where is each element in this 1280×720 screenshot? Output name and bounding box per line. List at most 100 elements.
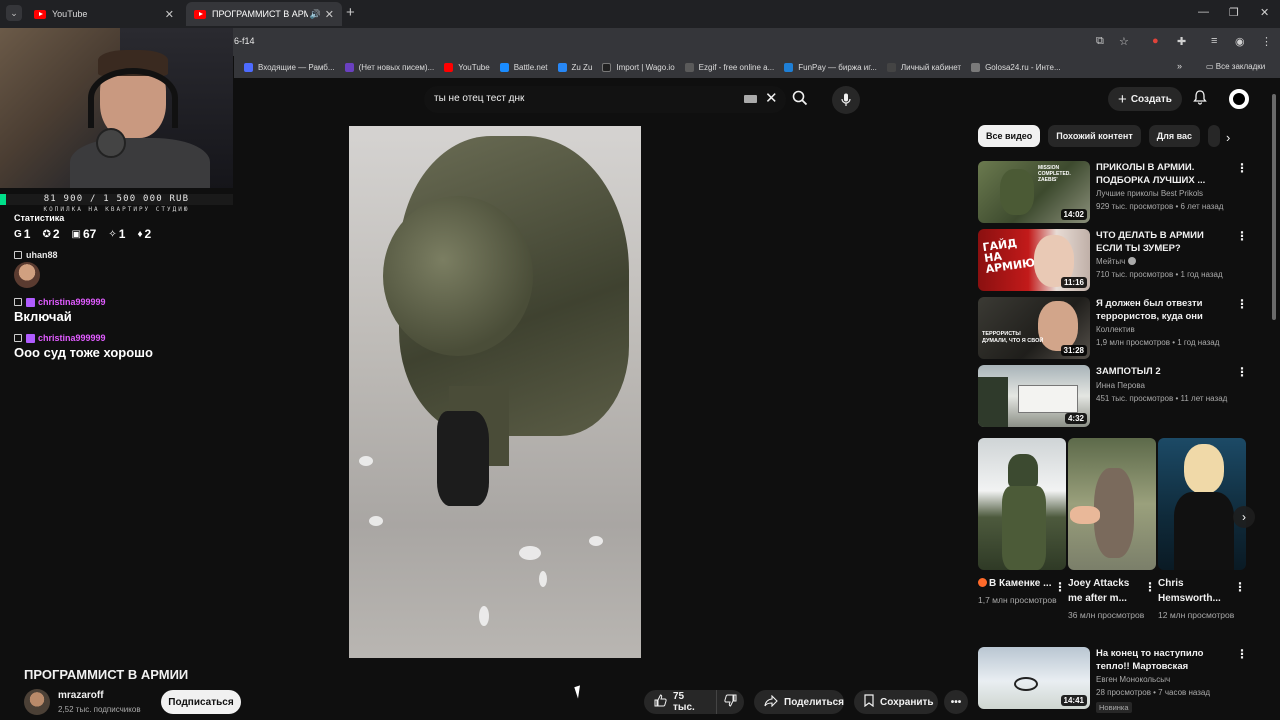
short-thumbnail[interactable] [978, 438, 1066, 570]
bookmark-item[interactable]: Import | Wago.io [602, 62, 675, 72]
stats-title: Статистика [14, 213, 65, 223]
clear-search-icon[interactable]: ✕ [765, 89, 778, 107]
bookmark-item[interactable]: FunPay — биржа иг... [784, 62, 877, 72]
recommended-video[interactable]: 4:32 ЗАМПОТЫЛ 2 Инна Перова 451 тыс. про… [978, 365, 1248, 427]
kebab-menu-icon[interactable]: ⋮ [1234, 580, 1246, 594]
bookmark-item[interactable]: Zu Zu [557, 62, 592, 72]
video-player[interactable] [349, 126, 641, 658]
video-thumbnail[interactable]: 14:41 [978, 647, 1090, 709]
kebab-menu-icon[interactable]: ⋮ [1236, 647, 1248, 661]
url-text[interactable]: 6-f14 [234, 36, 255, 46]
video-title: ЧТО ДЕЛАТЬ В АРМИИ ЕСЛИ ТЫ ЗУМЕР? [1096, 230, 1204, 254]
profile-icon[interactable]: ◉ [1235, 35, 1245, 48]
video-thumbnail[interactable]: MISSION COMPLETED. ZAEBIS' 14:02 [978, 161, 1090, 223]
tab-close-icon[interactable]: ✕ [165, 8, 174, 21]
restore-icon[interactable]: ❐ [1229, 6, 1239, 19]
like-button[interactable]: 75 тыс. [644, 690, 716, 714]
kebab-menu-icon[interactable]: ⋮ [1236, 161, 1248, 175]
search-icon[interactable] [792, 90, 808, 109]
chevron-right-icon[interactable]: › [1233, 506, 1255, 528]
short-thumbnail[interactable] [1068, 438, 1156, 570]
extensions-puzzle-icon[interactable]: ✚ [1177, 35, 1186, 48]
video-thumbnail[interactable]: ТЕРРОРИСТЫ ДУМАЛИ, ЧТО Я СВОЙ 31:28 [978, 297, 1090, 359]
recommended-video[interactable]: MISSION COMPLETED. ZAEBIS' 14:02 ПРИКОЛЫ… [978, 161, 1248, 223]
short-item[interactable]: Chris Hemsworth... 12 млн просмотров [1158, 438, 1246, 622]
channel-name[interactable]: Мейтыч [1096, 257, 1137, 266]
tab-close-icon[interactable]: ✕ [325, 8, 334, 21]
channel-name[interactable]: Коллектив [1096, 325, 1135, 334]
install-app-icon[interactable]: ⧉ [1096, 35, 1104, 48]
page-icon [886, 62, 896, 72]
channel-name[interactable]: Лучшие приколы Best Prikols [1096, 189, 1203, 198]
minimize-icon[interactable]: — [1198, 6, 1209, 18]
bookmark-star-icon[interactable]: ☆ [1119, 35, 1129, 48]
video-duration: 4:32 [1064, 413, 1087, 424]
keyboard-icon[interactable] [744, 95, 757, 103]
bookmark-item[interactable]: (Нет новых писем)... [344, 62, 434, 72]
close-window-icon[interactable]: ✕ [1260, 6, 1269, 19]
chip-all-videos[interactable]: Все видео [978, 125, 1041, 147]
kebab-menu-icon[interactable]: ⋮ [1054, 580, 1066, 594]
new-badge: Новинка [1096, 702, 1132, 713]
snow-patch [519, 546, 541, 560]
microphone-icon[interactable] [832, 86, 860, 114]
bookmark-item[interactable]: Входящие — Рамб... [244, 62, 335, 72]
share-button[interactable]: Поделиться [754, 690, 844, 714]
notifications-bell-icon[interactable] [1193, 90, 1207, 108]
vk-icon [557, 62, 567, 72]
page-scrollbar[interactable] [1272, 94, 1276, 320]
account-avatar[interactable] [1229, 89, 1249, 109]
subscribe-button[interactable]: Подписаться [161, 690, 241, 714]
chip-similar[interactable]: Похожий контент [1048, 125, 1141, 147]
thumb-soldier [1008, 454, 1038, 488]
new-tab-icon[interactable]: + [346, 4, 355, 21]
channel-name[interactable]: mrazaroff [58, 690, 104, 701]
bookmark-item[interactable]: Ezgif - free online a... [684, 62, 774, 72]
short-item[interactable]: Joey Attacks me after m... 36 млн просмо… [1068, 438, 1156, 622]
create-button[interactable]: + Создать [1108, 87, 1182, 111]
recommended-video[interactable]: ТЕРРОРИСТЫ ДУМАЛИ, ЧТО Я СВОЙ 31:28 Я до… [978, 297, 1248, 359]
chip-next-partial[interactable] [1208, 125, 1221, 147]
search-input[interactable] [434, 93, 734, 104]
bookmark-item[interactable]: Battle.net [499, 62, 548, 72]
channel-name[interactable]: Инна Перова [1096, 381, 1145, 390]
audio-playing-icon[interactable]: 🔊 [310, 9, 321, 20]
media-control-icon[interactable]: ≡ [1211, 35, 1217, 47]
extension-icon[interactable]: ● [1152, 35, 1159, 47]
save-label: Сохранить [880, 696, 934, 708]
browser-tab-active[interactable]: ПРОГРАММИСТ В АРМИИ 🔊 ✕ [186, 2, 342, 26]
recommended-video[interactable]: 14:41 На конец то наступило тепло!! Март… [978, 647, 1248, 713]
bookmark-item[interactable]: YouTube [444, 62, 490, 72]
short-title: Joey Attacks me after m... [1068, 578, 1130, 604]
shorts-shelf: В Каменке ... 1,7 млн просмотров Joey At… [978, 438, 1246, 638]
short-item[interactable]: В Каменке ... 1,7 млн просмотров [978, 438, 1066, 607]
kebab-menu-icon[interactable]: ⋮ [1236, 365, 1248, 379]
all-bookmarks-folder[interactable]: ▭ Все закладки [1206, 62, 1265, 71]
channel-name[interactable]: Евген Монокольсыч [1096, 675, 1170, 684]
short-title: В Каменке ... [978, 576, 1054, 591]
recommended-video[interactable]: ГАЙД НА АРМИЮ 11:16 ЧТО ДЕЛАТЬ В АРМИИ Е… [978, 229, 1248, 291]
bookmark-item[interactable]: Личный кабинет [886, 62, 961, 72]
chip-for-you[interactable]: Для вас [1148, 125, 1201, 147]
tab-search-button[interactable]: ⌄ [6, 5, 22, 21]
create-label: Создать [1130, 93, 1172, 105]
chevron-right-icon[interactable]: › [1226, 130, 1230, 145]
chat-username: christina999999 [14, 297, 106, 307]
video-soldier-hood [383, 196, 533, 356]
short-thumbnail[interactable] [1158, 438, 1246, 570]
more-actions-icon[interactable]: ••• [944, 690, 968, 714]
video-thumbnail[interactable]: 4:32 [978, 365, 1090, 427]
save-button[interactable]: Сохранить [854, 690, 938, 714]
kebab-menu-icon[interactable]: ⋮ [1236, 297, 1248, 311]
kebab-menu-icon[interactable]: ⋮ [1144, 580, 1156, 594]
bookmark-item[interactable]: Golosa24.ru - Инте... [971, 62, 1061, 72]
browser-menu-icon[interactable]: ⋮ [1261, 35, 1272, 48]
bookmarks-overflow-icon[interactable]: » [1177, 61, 1182, 71]
channel-avatar[interactable] [24, 689, 50, 715]
kebab-menu-icon[interactable]: ⋮ [1236, 229, 1248, 243]
stat-item: ♦ 2 [137, 227, 151, 241]
thumb-motorbike [1014, 677, 1038, 691]
video-thumbnail[interactable]: ГАЙД НА АРМИЮ 11:16 [978, 229, 1090, 291]
dislike-button[interactable] [716, 690, 744, 714]
browser-tab-youtube[interactable]: YouTube ✕ [26, 2, 182, 26]
